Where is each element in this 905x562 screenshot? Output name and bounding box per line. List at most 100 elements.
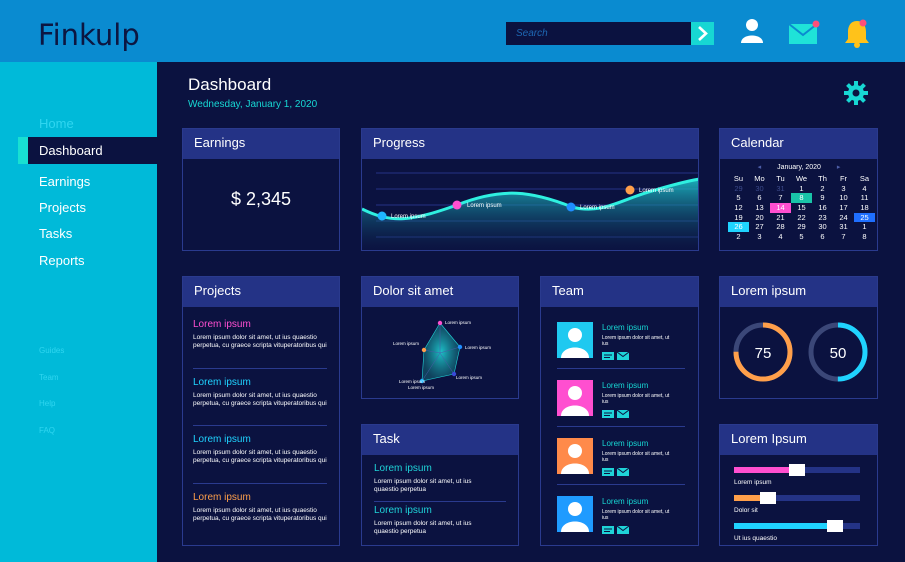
earnings-value: $ 2,345 xyxy=(230,189,292,209)
task-item[interactable]: Lorem ipsum Lorem ipsum dolor sit amet, … xyxy=(374,505,508,536)
avatar xyxy=(557,438,593,474)
sidebar-item-home[interactable]: Home xyxy=(39,116,74,131)
calendar-weekday: We xyxy=(795,174,808,183)
gauges-title: Lorem ipsum xyxy=(720,277,877,307)
search-input[interactable] xyxy=(506,22,691,45)
calendar-day[interactable]: 28 xyxy=(770,222,791,232)
calendar-day[interactable]: 31 xyxy=(770,184,791,194)
slider-handle[interactable] xyxy=(789,464,805,476)
calendar-day[interactable]: 19 xyxy=(728,213,749,223)
calendar-day[interactable]: 4 xyxy=(770,232,791,242)
calendar-day[interactable]: 5 xyxy=(728,193,749,203)
calendar-day[interactable]: 27 xyxy=(749,222,770,232)
mail-icon[interactable] xyxy=(788,20,820,46)
calendar-day[interactable]: 20 xyxy=(749,213,770,223)
calendar-day[interactable]: 21 xyxy=(770,213,791,223)
progress-point xyxy=(566,202,576,212)
calendar-day[interactable]: 29 xyxy=(728,184,749,194)
chat-icon[interactable] xyxy=(602,468,614,476)
user-icon[interactable] xyxy=(740,18,764,44)
mail-icon[interactable] xyxy=(616,351,630,360)
slider-track[interactable] xyxy=(734,464,860,476)
next-month-icon[interactable]: ▸ xyxy=(837,164,841,171)
slider-fill xyxy=(734,467,797,473)
calendar-day[interactable]: 1 xyxy=(791,184,812,194)
radar-label: Lorem ipsum xyxy=(399,379,425,384)
calendar-day[interactable]: 2 xyxy=(812,184,833,194)
slider-handle[interactable] xyxy=(826,520,843,532)
chat-icon[interactable] xyxy=(602,526,614,534)
calendar-day[interactable]: 18 xyxy=(854,203,875,213)
calendar-day[interactable]: 7 xyxy=(833,232,854,242)
calendar-day[interactable]: 3 xyxy=(833,184,854,194)
sidebar-item-team[interactable]: Team xyxy=(39,373,59,382)
sidebar-item-projects[interactable]: Projects xyxy=(39,200,86,215)
project-item[interactable]: Lorem ipsum Lorem ipsum dolor sit amet, … xyxy=(193,434,327,465)
calendar-day[interactable]: 11 xyxy=(854,193,875,203)
earnings-card: Earnings $ 2,345 xyxy=(182,128,340,251)
calendar-day[interactable]: 24 xyxy=(833,213,854,223)
calendar-day[interactable]: 26 xyxy=(728,222,749,233)
calendar-day[interactable]: 29 xyxy=(791,222,812,232)
slider-track[interactable] xyxy=(734,520,860,532)
calendar-day[interactable]: 10 xyxy=(833,193,854,203)
calendar-weekday: Su xyxy=(733,174,744,183)
calendar-day[interactable]: 25 xyxy=(854,212,875,223)
calendar-day[interactable]: 22 xyxy=(791,213,812,223)
project-item[interactable]: Lorem ipsum Lorem ipsum dolor sit amet, … xyxy=(193,319,327,350)
sidebar-item-faq[interactable]: FAQ xyxy=(39,426,55,435)
earnings-title: Earnings xyxy=(183,129,339,159)
calendar-day[interactable]: 7 xyxy=(770,193,791,203)
search-box[interactable] xyxy=(506,22,691,45)
radar-label: Lorem ipsum xyxy=(445,320,471,325)
mail-icon[interactable] xyxy=(616,409,630,418)
radar-label: Lorem ipsum xyxy=(456,375,482,380)
calendar-day[interactable]: 5 xyxy=(791,232,812,242)
task-item[interactable]: Lorem ipsum Lorem ipsum dolor sit amet, … xyxy=(374,463,508,494)
sidebar-item-earnings[interactable]: Earnings xyxy=(39,174,90,189)
chat-icon[interactable] xyxy=(602,410,614,418)
calendar-day[interactable]: 6 xyxy=(749,193,770,203)
calendar-day[interactable]: 16 xyxy=(812,203,833,213)
mail-icon[interactable] xyxy=(616,525,630,534)
prev-month-icon[interactable]: ◂ xyxy=(758,164,762,171)
sidebar-item-guides[interactable]: Guides xyxy=(39,346,64,355)
slider-track[interactable] xyxy=(734,492,860,504)
calendar-day[interactable]: 8 xyxy=(854,232,875,242)
search-submit-button[interactable] xyxy=(691,22,714,45)
calendar-day[interactable]: 3 xyxy=(749,232,770,242)
mail-icon[interactable] xyxy=(616,467,630,476)
calendar-day[interactable]: 6 xyxy=(812,232,833,242)
calendar-day[interactable]: 12 xyxy=(728,203,749,213)
calendar-day[interactable]: 17 xyxy=(833,203,854,213)
team-member-name: Lorem ipsum xyxy=(602,323,649,332)
calendar-day[interactable]: 13 xyxy=(749,203,770,213)
slider-label: Ut ius quaestio xyxy=(734,535,777,542)
chevron-right-icon xyxy=(698,26,708,41)
sidebar-item-dashboard[interactable]: Dashboard xyxy=(39,143,103,158)
gear-icon[interactable] xyxy=(844,81,868,105)
gauges-chart: 75 50 xyxy=(733,322,868,382)
sidebar-item-tasks[interactable]: Tasks xyxy=(39,226,72,241)
calendar-day[interactable]: 15 xyxy=(791,203,812,213)
calendar-day[interactable]: 1 xyxy=(854,222,875,232)
radar-label: Lorem ipsum xyxy=(408,385,434,390)
project-item[interactable]: Lorem ipsum Lorem ipsum dolor sit amet, … xyxy=(193,377,327,408)
sidebar-item-help[interactable]: Help xyxy=(39,399,55,408)
calendar-day[interactable]: 2 xyxy=(728,232,749,242)
calendar-day[interactable]: 30 xyxy=(812,222,833,232)
calendar-day[interactable]: 30 xyxy=(749,184,770,194)
calendar-day[interactable]: 9 xyxy=(812,193,833,203)
calendar-day[interactable]: 4 xyxy=(854,184,875,194)
slider-handle[interactable] xyxy=(760,492,777,504)
calendar-day[interactable]: 31 xyxy=(833,222,854,232)
calendar-day[interactable]: 8 xyxy=(791,193,812,204)
sidebar-item-reports[interactable]: Reports xyxy=(39,253,85,268)
project-item[interactable]: Lorem ipsum Lorem ipsum dolor sit amet, … xyxy=(193,492,327,523)
app-title: Finkulp xyxy=(38,18,140,52)
chat-icon[interactable] xyxy=(602,352,614,360)
bell-icon[interactable] xyxy=(843,18,871,48)
gauges-card: Lorem ipsum 75 50 xyxy=(719,276,878,399)
calendar-day[interactable]: 23 xyxy=(812,213,833,223)
calendar-day[interactable]: 14 xyxy=(770,203,791,213)
